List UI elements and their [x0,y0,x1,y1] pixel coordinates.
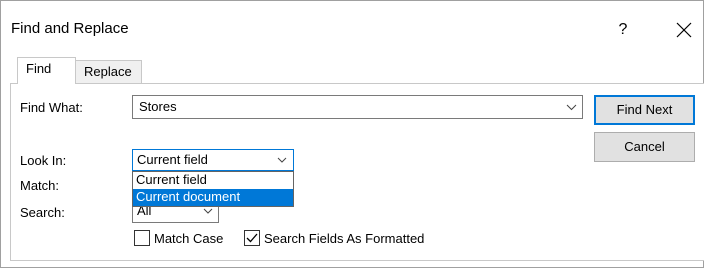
look-in-option-current-document[interactable]: Current document [133,189,293,206]
close-icon [676,22,692,38]
checkmark-icon [246,233,258,243]
title-bar: Find and Replace ? [1,1,703,51]
look-in-select[interactable]: Current field [132,149,294,171]
tab-find[interactable]: Find [17,57,76,84]
find-next-button[interactable]: Find Next [594,95,695,125]
match-label: Match: [20,178,60,193]
look-in-option-current-field[interactable]: Current field [133,172,293,189]
close-button[interactable] [669,16,699,44]
find-replace-dialog: Find and Replace ? Find Replace Find Wha… [0,0,704,268]
chevron-down-icon[interactable] [277,157,287,163]
search-formatted-label[interactable]: Search Fields As Formatted [264,231,424,246]
search-label: Search: [20,205,65,220]
look-in-value: Current field [137,152,208,167]
chevron-down-icon[interactable] [566,104,577,111]
dialog-title: Find and Replace [11,20,129,37]
find-what-combobox[interactable]: Stores [132,95,583,119]
look-in-dropdown-list: Current field Current document [132,171,294,207]
search-formatted-checkbox[interactable] [244,230,260,246]
cancel-button[interactable]: Cancel [594,132,695,162]
chevron-down-icon[interactable] [203,208,213,214]
find-what-label: Find What: [20,100,83,115]
tab-replace[interactable]: Replace [75,60,142,83]
match-case-checkbox[interactable] [134,230,150,246]
match-case-label[interactable]: Match Case [154,231,223,246]
help-button[interactable]: ? [611,18,635,42]
find-what-value: Stores [139,99,177,114]
look-in-label: Look In: [20,153,67,168]
